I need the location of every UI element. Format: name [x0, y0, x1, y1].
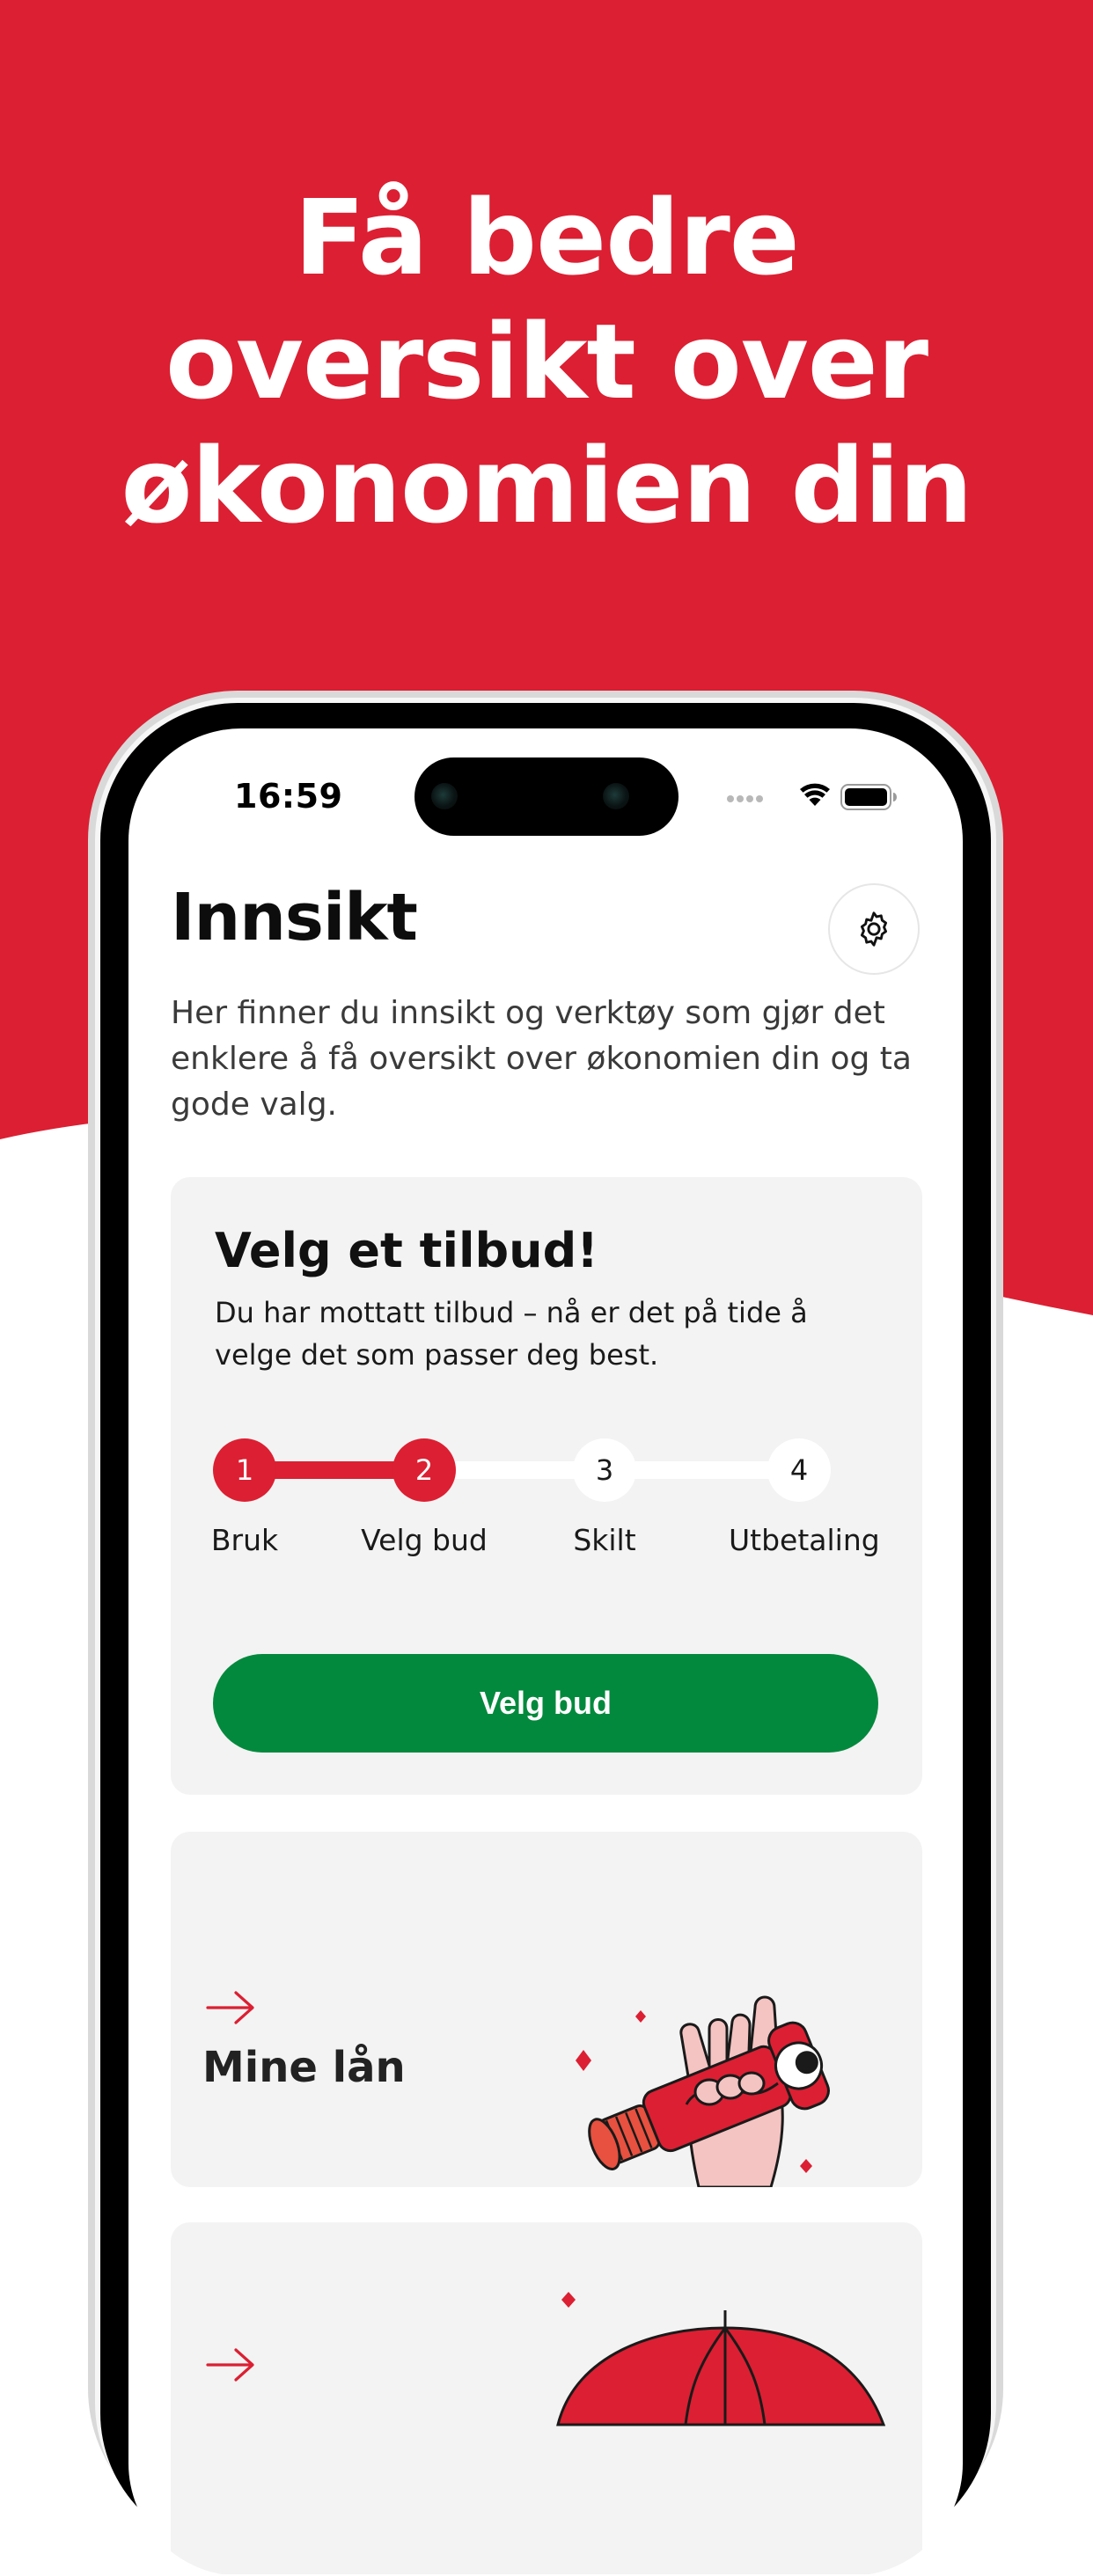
gear-icon [860, 911, 888, 947]
step-3-label: Skilt [573, 1523, 636, 1557]
wifi-icon [800, 783, 830, 806]
sensor-icon [603, 783, 629, 809]
offer-description: Du har mottatt tilbud – nå er det på tid… [215, 1296, 808, 1372]
hand-telescope-illustration [576, 1995, 830, 2187]
dynamic-island [414, 757, 679, 836]
promo-headline-line-3: økonomien din [121, 425, 973, 546]
phone-screen: 16:59 Innsikt Her finner du innsikt og v… [128, 728, 963, 2576]
my-loans-card[interactable]: Mine lån [171, 1832, 922, 2187]
third-card[interactable] [171, 2222, 922, 2574]
umbrella-illustration [556, 2292, 886, 2426]
my-loans-label: Mine lån [202, 2043, 406, 2092]
camera-lens-icon [431, 783, 458, 809]
choose-offer-button[interactable]: Velg bud [213, 1654, 878, 1753]
progress-stepper: 1 2 3 4 Bruk Velg bud Skilt Utbetaling [171, 1434, 922, 1557]
promo-headline-line-2: oversikt over [165, 301, 928, 422]
step-2-dot: 2 [392, 1438, 456, 1502]
intro-text: Her finner du innsikt og verktøy som gjø… [171, 995, 912, 1123]
step-3-dot: 3 [573, 1438, 636, 1502]
promo-headline-line-1: Få bedre [294, 177, 800, 298]
step-1-dot: 1 [213, 1438, 276, 1502]
promo-headline: Få bedre oversikt over økonomien din [0, 176, 1093, 548]
arrow-right-icon [206, 2348, 254, 2382]
step-1-label: Bruk [210, 1523, 279, 1557]
page-title: Innsikt [171, 880, 418, 955]
status-time: 16:59 [234, 777, 343, 816]
settings-button[interactable] [828, 883, 920, 975]
signal-dots-icon [727, 795, 763, 802]
offer-card: Velg et tilbud! Du har mottatt tilbud – … [171, 1177, 922, 1795]
arrow-right-icon [206, 1991, 254, 2024]
offer-title: Velg et tilbud! [215, 1223, 598, 1278]
battery-icon [840, 784, 897, 810]
step-2-label: Velg bud [361, 1523, 488, 1557]
step-4-dot: 4 [767, 1438, 831, 1502]
step-4-label: Utbetaling [729, 1523, 880, 1557]
status-icons [727, 783, 897, 810]
